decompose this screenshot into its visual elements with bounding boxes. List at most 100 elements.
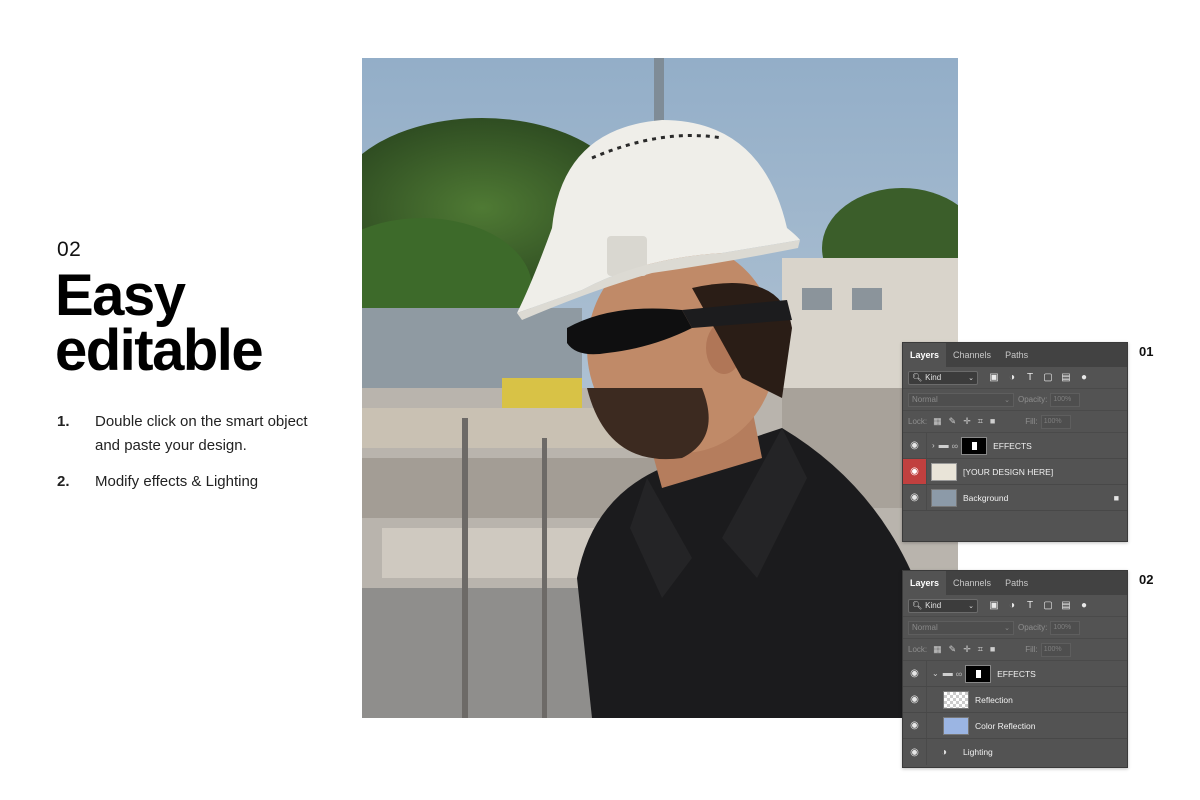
layer-row[interactable]: ◉ ◑ Lighting	[903, 739, 1127, 765]
visibility-eye-icon[interactable]: ◉	[903, 661, 927, 686]
lock-position-icon[interactable]: ✛	[963, 644, 971, 655]
panel-tabs: Layers Channels Paths	[903, 571, 1127, 595]
instruction-item: 2. Modify effects & Lighting	[57, 470, 317, 494]
layer-mask-thumbnail	[961, 436, 988, 455]
blend-mode-value: Normal	[912, 395, 938, 404]
type-filter-icon[interactable]: T	[1024, 600, 1036, 611]
layer-row[interactable]: ◉ [YOUR DESIGN HERE]	[903, 459, 1127, 485]
chevron-down-icon: ⌄	[1004, 624, 1010, 632]
instruction-number: 1.	[57, 413, 70, 430]
kind-label: Kind	[925, 373, 942, 382]
panel-1-label: 01	[1139, 344, 1154, 359]
layer-row[interactable]: ◉ › ▬ ∞ EFFECTS	[903, 433, 1127, 459]
smart-object-thumbnail	[931, 462, 957, 481]
image-filter-icon[interactable]: ▣	[988, 600, 1000, 611]
fill-field[interactable]: 100%	[1040, 642, 1071, 657]
lock-all-icon[interactable]: ■	[990, 644, 995, 655]
instruction-text: Double click on the smart object and pas…	[95, 413, 308, 454]
lock-artboard-icon[interactable]: ⌗	[978, 416, 983, 427]
headline: Easy editable	[55, 263, 264, 383]
layer-name: EFFECTS	[993, 440, 1032, 451]
visibility-eye-icon[interactable]: ◉	[903, 687, 927, 712]
blend-row: Normal ⌄ Opacity: 100%	[903, 617, 1127, 639]
layer-row[interactable]: ◉ Background ■	[903, 485, 1127, 511]
lock-artboard-icon[interactable]: ⌗	[978, 644, 983, 655]
layer-name: Color Reflection	[975, 720, 1036, 731]
smart-object-filter-icon[interactable]: ▤	[1060, 372, 1072, 383]
instruction-list: 1. Double click on the smart object and …	[57, 410, 317, 506]
blend-mode-value: Normal	[912, 623, 938, 632]
opacity-field[interactable]: 100%	[1050, 620, 1081, 635]
background-thumbnail	[931, 488, 957, 507]
tab-paths[interactable]: Paths	[998, 571, 1035, 595]
layers-panel-1: Layers Channels Paths 🔍︎ Kind ⌄ ▣ ◑ T ▢ …	[902, 342, 1128, 542]
fill-field[interactable]: 100%	[1040, 414, 1071, 429]
transparent-thumbnail	[943, 690, 969, 709]
visibility-eye-icon[interactable]: ◉	[903, 459, 927, 484]
filter-row: 🔍︎ Kind ⌄ ▣ ◑ T ▢ ▤ ●	[903, 595, 1127, 617]
color-fill-thumbnail	[943, 716, 969, 735]
filter-icons: ▣ ◑ T ▢ ▤ ●	[988, 600, 1090, 611]
headline-line-1: Easy	[55, 263, 186, 328]
visibility-eye-icon[interactable]: ◉	[903, 739, 927, 765]
opacity-label: Opacity:	[1018, 395, 1048, 404]
type-filter-icon[interactable]: T	[1024, 372, 1036, 383]
lock-position-icon[interactable]: ✛	[963, 416, 971, 427]
lock-transparency-icon[interactable]: ▦	[933, 644, 942, 655]
adjustment-filter-icon[interactable]: ◑	[1006, 600, 1018, 611]
layer-mask-thumbnail	[965, 664, 992, 683]
link-icon: ∞	[955, 668, 963, 679]
folder-icon: ▬	[938, 440, 949, 451]
search-icon: 🔍︎	[912, 601, 923, 610]
lock-transparency-icon[interactable]: ▦	[933, 416, 942, 427]
blend-mode-dropdown[interactable]: Normal ⌄	[908, 392, 1014, 407]
blend-mode-dropdown[interactable]: Normal ⌄	[908, 620, 1014, 635]
chevron-right-icon[interactable]: ›	[932, 441, 935, 450]
tab-layers[interactable]: Layers	[903, 571, 947, 595]
blend-row: Normal ⌄ Opacity: 100%	[903, 389, 1127, 411]
lock-all-icon[interactable]: ■	[990, 416, 995, 427]
layer-name: Background	[963, 492, 1009, 503]
opacity-field[interactable]: 100%	[1050, 392, 1081, 407]
photo-illustration	[362, 58, 958, 718]
chevron-down-icon: ⌄	[968, 602, 974, 610]
chevron-down-icon[interactable]: ⌄	[932, 669, 939, 678]
filter-toggle-icon[interactable]: ●	[1078, 372, 1090, 383]
tab-channels[interactable]: Channels	[946, 343, 998, 367]
instruction-number: 2.	[57, 473, 70, 490]
shape-filter-icon[interactable]: ▢	[1042, 372, 1054, 383]
visibility-eye-icon[interactable]: ◉	[903, 485, 927, 510]
adjustment-filter-icon[interactable]: ◑	[1006, 372, 1018, 383]
headline-line-2: editable	[55, 318, 264, 383]
image-filter-icon[interactable]: ▣	[988, 372, 1000, 383]
lock-icons: ▦ ✎ ✛ ⌗ ■	[933, 644, 995, 655]
layer-row[interactable]: ◉ Reflection	[903, 687, 1127, 713]
kind-filter-dropdown[interactable]: 🔍︎ Kind ⌄	[908, 370, 978, 385]
lock-row: Lock: ▦ ✎ ✛ ⌗ ■ Fill: 100%	[903, 639, 1127, 661]
mockup-photo	[362, 58, 958, 718]
panel-tabs: Layers Channels Paths	[903, 343, 1127, 367]
tab-paths[interactable]: Paths	[998, 343, 1035, 367]
tab-layers[interactable]: Layers	[903, 343, 947, 367]
filter-row: 🔍︎ Kind ⌄ ▣ ◑ T ▢ ▤ ●	[903, 367, 1127, 389]
layer-row[interactable]: ◉ Color Reflection	[903, 713, 1127, 739]
tab-channels[interactable]: Channels	[946, 571, 998, 595]
lock-label: Lock:	[908, 417, 928, 426]
layer-name: [YOUR DESIGN HERE]	[963, 466, 1054, 477]
fill-label: Fill:	[1025, 645, 1038, 654]
instruction-text: Modify effects & Lighting	[95, 473, 259, 490]
instruction-item: 1. Double click on the smart object and …	[57, 410, 317, 458]
chevron-down-icon: ⌄	[968, 374, 974, 382]
layer-name: EFFECTS	[997, 668, 1036, 679]
lock-image-icon[interactable]: ✎	[949, 416, 957, 427]
visibility-eye-icon[interactable]: ◉	[903, 713, 927, 738]
adjustment-layer-icon: ◑	[940, 746, 948, 758]
filter-toggle-icon[interactable]: ●	[1078, 600, 1090, 611]
step-number: 02	[57, 238, 82, 261]
lock-image-icon[interactable]: ✎	[949, 644, 957, 655]
visibility-eye-icon[interactable]: ◉	[903, 433, 927, 458]
shape-filter-icon[interactable]: ▢	[1042, 600, 1054, 611]
kind-filter-dropdown[interactable]: 🔍︎ Kind ⌄	[908, 598, 978, 613]
smart-object-filter-icon[interactable]: ▤	[1060, 600, 1072, 611]
layer-row[interactable]: ◉ ⌄ ▬ ∞ EFFECTS	[903, 661, 1127, 687]
